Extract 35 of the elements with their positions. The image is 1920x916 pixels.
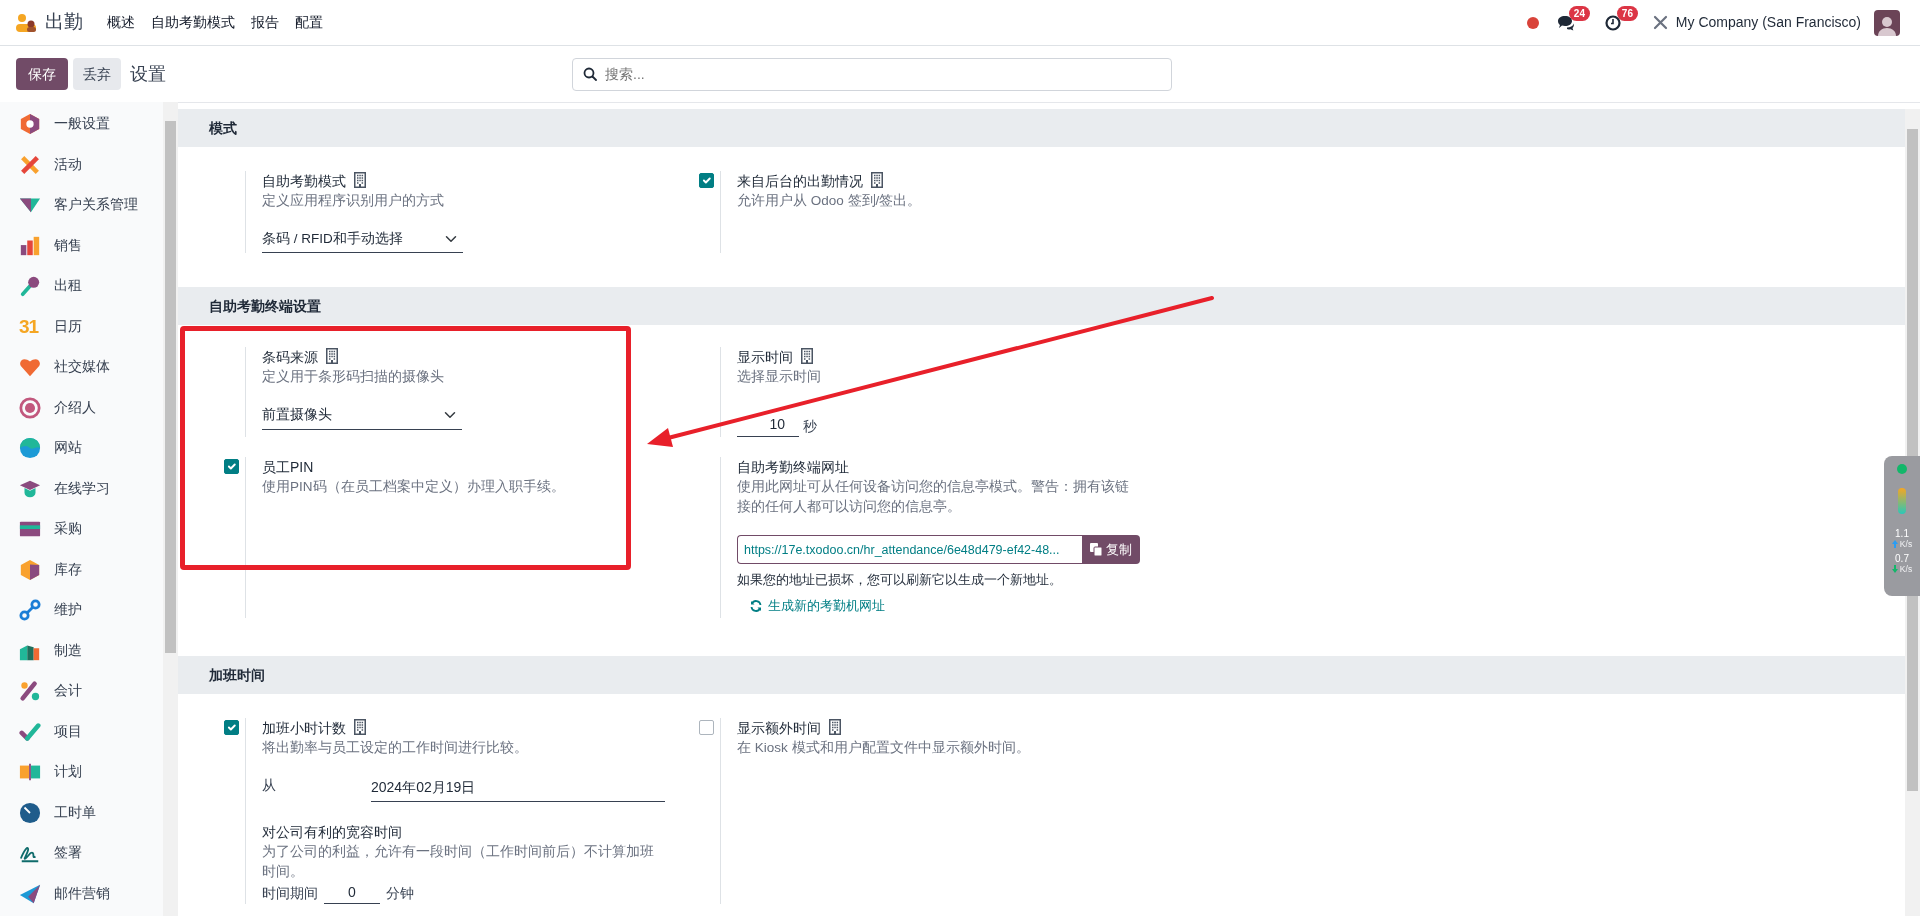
setting-description: 使用PIN码（在员工档案中定义）办理入职手续。: [262, 478, 566, 497]
setting-description: 允许用户从 Odoo 签到/签出。: [737, 192, 923, 210]
speed-value: 1.1: [1895, 528, 1909, 539]
section-header: 模式: [178, 109, 1905, 147]
setting-title: 加班小时计数: [262, 720, 346, 736]
setting-description: 使用此网址可从任何设备访问您的信息亭模式。警告：拥有该链接的任何人都可以访问您的信息亭。: [737, 478, 1130, 517]
setting-title: 员工PIN: [262, 459, 314, 476]
setting-description: 定义应用程序识别用户的方式: [262, 192, 445, 210]
setting-description: 定义用于条形码扫描的摄像头: [262, 368, 445, 387]
section-header: 加班时间: [178, 656, 1905, 694]
setting-title: 显示时间: [737, 349, 793, 366]
setting-title: 自助考勤终端网址: [737, 459, 849, 476]
setting-title: 显示额外时间: [737, 720, 821, 736]
activity-count: 76: [1616, 5, 1638, 21]
message-count: 24: [1568, 5, 1590, 21]
field-label: 时间期间: [262, 884, 318, 903]
subsetting-title: 对公司有利的宽容时间: [262, 823, 403, 842]
setting-title: 自助考勤模式: [262, 173, 346, 189]
unit-label: 分钟: [386, 884, 414, 903]
setting-title: 条码来源: [262, 349, 318, 366]
page-title: 设置: [130, 62, 166, 86]
setting-description: 选择显示时间: [737, 368, 822, 387]
setting-description: 将出勤率与员工设定的工作时间进行比较。: [262, 739, 529, 757]
setting-description: 为了公司的利益，允许有一段时间（工作时间前后）不计算加班时间。: [262, 843, 655, 881]
help-text: 如果您的地址已损坏，您可以刷新它以生成一个新地址。: [737, 571, 1063, 590]
unit-label: 秒: [803, 417, 817, 437]
speed-value: 0.7: [1895, 553, 1909, 564]
calendar-logo: 31: [19, 315, 40, 338]
app-title: 出勤: [45, 10, 83, 35]
speed-unit: K/s: [1899, 539, 1913, 549]
speed-unit: K/s: [1899, 564, 1913, 574]
setting-description: 在 Kiosk 模式和用户配置文件中显示额外时间。: [737, 739, 1031, 757]
section-header: 自助考勤终端设置: [178, 287, 1905, 326]
field-label: 从: [262, 776, 277, 795]
setting-title: 来自后台的出勤情况: [737, 173, 863, 189]
